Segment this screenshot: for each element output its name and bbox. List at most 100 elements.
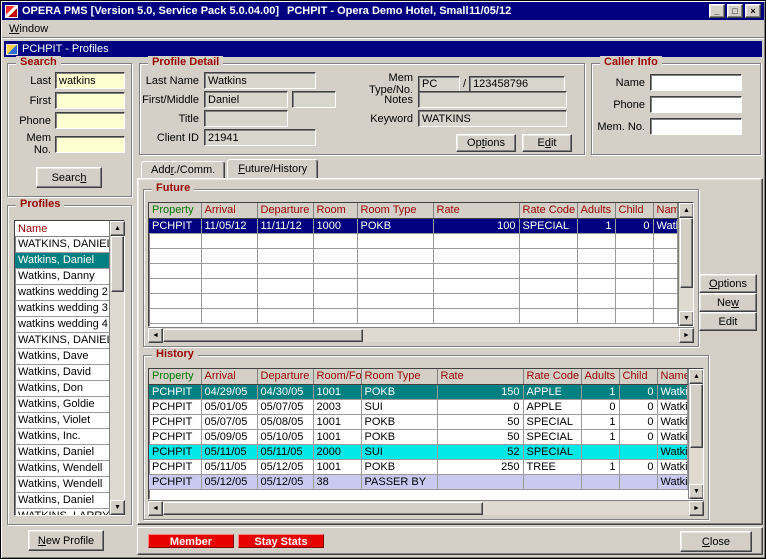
empty-row[interactable] (149, 293, 678, 308)
tab-future-history[interactable]: Future/History (227, 159, 318, 180)
scroll-right-icon[interactable]: ► (679, 328, 694, 343)
scroll-down-icon[interactable]: ▼ (110, 500, 125, 515)
maximize-icon[interactable]: □ (727, 4, 743, 18)
keyword-field[interactable] (418, 110, 567, 127)
table-cell (313, 308, 357, 323)
middle-name-field[interactable] (292, 91, 336, 108)
stay-stats-lamp[interactable]: Stay Stats (238, 534, 324, 548)
detail-options-button[interactable]: Options (456, 134, 516, 152)
menu-window[interactable]: Window (9, 23, 48, 35)
first-input[interactable] (55, 92, 125, 109)
list-item[interactable]: WATKINS, DANIEL (15, 333, 109, 349)
scroll-up-icon[interactable]: ▲ (689, 369, 704, 384)
table-row[interactable]: PCHPIT05/01/0505/07/052003SUI0APPLE00Wat… (149, 399, 688, 414)
title-field[interactable] (204, 110, 288, 127)
table-row[interactable]: PCHPIT05/11/0505/11/052000SUI52SPECIALWa… (149, 444, 688, 459)
table-cell: SPECIAL (519, 218, 577, 233)
table-cell: Watkins, Da (657, 429, 688, 444)
list-item[interactable]: Watkins, Daniel (15, 493, 109, 509)
table-cell (519, 293, 577, 308)
mem-no-field[interactable] (469, 76, 565, 93)
list-item[interactable]: Watkins, Inc. (15, 429, 109, 445)
future-header-row: PropertyArrivalDepartureRoomRoom TypeRat… (149, 203, 678, 218)
history-vscrollbar[interactable]: ▲ ▼ (688, 369, 703, 499)
new-profile-button[interactable]: New Profile (28, 530, 104, 551)
list-item[interactable]: Watkins, Violet (15, 413, 109, 429)
table-row[interactable]: PCHPIT04/29/0504/30/051001POKB150APPLE10… (149, 384, 688, 399)
history-hscrollbar[interactable]: ◄ ► (148, 500, 704, 515)
mem-type-field[interactable] (418, 76, 460, 93)
profiles-scrollbar[interactable]: ▲ ▼ (109, 221, 124, 515)
future-vscrollbar[interactable]: ▲ ▼ (678, 203, 693, 326)
table-cell: 52 (437, 444, 523, 459)
list-item[interactable]: watkins wedding 4 (15, 317, 109, 333)
empty-row[interactable] (149, 263, 678, 278)
list-item[interactable]: Watkins, Goldie (15, 397, 109, 413)
scroll-thumb[interactable] (680, 218, 693, 288)
empty-row[interactable] (149, 248, 678, 263)
phone-input[interactable] (55, 112, 125, 129)
scroll-down-icon[interactable]: ▼ (689, 484, 704, 499)
client-id-label: Client ID (142, 132, 204, 144)
list-item[interactable]: Watkins, David (15, 365, 109, 381)
list-item[interactable]: Watkins, Danny (15, 269, 109, 285)
list-item[interactable]: Watkins, Don (15, 381, 109, 397)
mem-no-input[interactable] (55, 136, 125, 153)
scroll-left-icon[interactable]: ◄ (148, 328, 163, 343)
list-item[interactable]: Watkins, Wendell (15, 461, 109, 477)
future-edit-button[interactable]: Edit (699, 312, 757, 331)
scroll-down-icon[interactable]: ▼ (679, 311, 694, 326)
future-hscrollbar[interactable]: ◄ ► (148, 327, 694, 342)
search-button[interactable]: Search (36, 167, 102, 188)
minimize-icon[interactable]: _ (709, 4, 725, 18)
scroll-right-icon[interactable]: ► (689, 501, 704, 516)
client-id-field[interactable] (204, 129, 316, 146)
scroll-up-icon[interactable]: ▲ (110, 221, 125, 236)
list-item[interactable]: watkins wedding 3 (15, 301, 109, 317)
scroll-up-icon[interactable]: ▲ (679, 203, 694, 218)
table-cell (149, 263, 201, 278)
member-lamp[interactable]: Member (148, 534, 234, 548)
list-item[interactable]: WATKINS, DANIEL (15, 237, 109, 253)
table-row[interactable]: PCHPIT11/05/1211/11/121000POKB100SPECIAL… (149, 218, 678, 233)
last-name-field[interactable] (204, 72, 316, 89)
scroll-thumb[interactable] (163, 502, 483, 515)
table-row[interactable]: PCHPIT05/09/0505/10/051001POKB50SPECIAL1… (149, 429, 688, 444)
table-cell (433, 278, 519, 293)
scroll-thumb[interactable] (690, 384, 703, 448)
list-item[interactable]: Watkins, Wendell (15, 477, 109, 493)
profiles-window-icon (6, 44, 18, 55)
caller-name-label: Name (594, 77, 650, 89)
list-item[interactable]: watkins wedding 2 (15, 285, 109, 301)
list-item[interactable]: Watkins, Dave (15, 349, 109, 365)
table-cell (201, 278, 257, 293)
close-icon[interactable]: × (745, 4, 761, 18)
table-cell: POKB (361, 384, 437, 399)
notes-field[interactable] (418, 91, 567, 108)
table-cell (433, 233, 519, 248)
empty-row[interactable] (149, 233, 678, 248)
scroll-thumb[interactable] (111, 236, 124, 292)
list-item[interactable]: WATKINS, LARRY (15, 509, 109, 515)
last-input[interactable] (55, 72, 125, 89)
table-cell: 2000 (313, 444, 361, 459)
table-cell (577, 308, 615, 323)
future-new-button[interactable]: New (699, 293, 757, 312)
caller-mem-no-input[interactable] (650, 118, 742, 135)
empty-row[interactable] (149, 308, 678, 323)
caller-name-input[interactable] (650, 74, 742, 91)
profiles-window-title: PCHPIT - Profiles (22, 43, 109, 55)
table-row[interactable]: PCHPIT05/12/0505/12/0538PASSER BYWatkins… (149, 474, 688, 489)
list-item[interactable]: Watkins, Daniel (15, 253, 109, 269)
detail-edit-button[interactable]: Edit (522, 134, 572, 152)
caller-phone-input[interactable] (650, 96, 742, 113)
table-row[interactable]: PCHPIT05/11/0505/12/051001POKB250TREE10W… (149, 459, 688, 474)
scroll-thumb[interactable] (163, 329, 363, 342)
empty-row[interactable] (149, 278, 678, 293)
close-button[interactable]: Close (680, 531, 752, 552)
first-name-field[interactable] (204, 91, 288, 108)
list-item[interactable]: Watkins, Daniel (15, 445, 109, 461)
future-options-button[interactable]: Options (699, 274, 757, 293)
table-row[interactable]: PCHPIT05/07/0505/08/051001POKB50SPECIAL1… (149, 414, 688, 429)
scroll-left-icon[interactable]: ◄ (148, 501, 163, 516)
